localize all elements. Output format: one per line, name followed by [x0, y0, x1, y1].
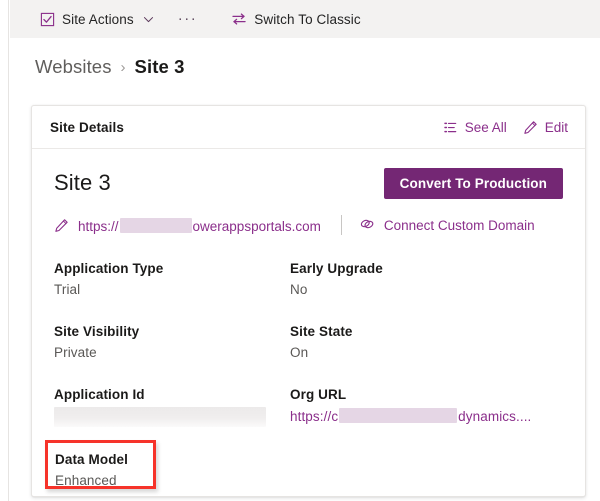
card-header: Site Details See All Edit — [32, 106, 585, 149]
site-url-prefix: https:// — [78, 219, 119, 234]
site-details-card: Site Details See All Edit Site 3 Convert… — [31, 105, 586, 497]
pencil-icon[interactable] — [54, 218, 69, 233]
field-value: No — [290, 282, 308, 297]
breadcrumb: Websites › Site 3 — [35, 54, 185, 80]
card-header-actions: See All Edit — [443, 119, 568, 135]
pencil-icon — [523, 119, 539, 135]
site-details-fields: Application Type Trial Early Upgrade No … — [45, 259, 563, 491]
edit-button[interactable]: Edit — [523, 119, 568, 135]
site-url-suffix: owerappsportals.com — [192, 219, 321, 234]
site-actions-button[interactable]: Site Actions — [35, 4, 158, 34]
field-value: Private — [54, 345, 97, 360]
main-content: Websites › Site 3 Site Details See All E… — [10, 38, 600, 501]
site-title-row: Site 3 Convert To Production — [54, 167, 563, 199]
org-url-prefix: https://c — [290, 409, 339, 424]
application-id-redaction — [54, 407, 266, 427]
switch-to-classic-button[interactable]: Switch To Classic — [227, 4, 364, 34]
switch-to-classic-label: Switch To Classic — [254, 11, 361, 27]
field-label: Early Upgrade — [290, 261, 383, 276]
field-label: Application Id — [54, 387, 145, 402]
field-value: Trial — [54, 282, 81, 297]
site-url-redaction — [119, 218, 192, 233]
left-rail — [0, 0, 9, 501]
checkbox-checked-icon — [39, 11, 55, 27]
field-label: Org URL — [290, 387, 347, 402]
field-value: On — [290, 345, 309, 360]
edit-label: Edit — [544, 119, 568, 135]
site-url-link[interactable]: https:// owerappsportals.com — [78, 216, 321, 234]
site-actions-label: Site Actions — [62, 11, 134, 27]
vertical-divider — [340, 215, 342, 235]
field-site-state: Site State On — [290, 322, 563, 385]
field-early-upgrade: Early Upgrade No — [290, 259, 563, 322]
see-all-button[interactable]: See All — [443, 119, 507, 135]
site-url-row: https:// owerappsportals.com Connect Cust… — [54, 213, 563, 237]
breadcrumb-websites-link[interactable]: Websites — [35, 56, 112, 78]
overflow-menu-button[interactable]: ··· — [172, 6, 204, 32]
field-value: Enhanced — [55, 473, 117, 488]
field-data-model: Data Model Enhanced — [45, 440, 290, 491]
breadcrumb-current-page: Site 3 — [134, 56, 185, 77]
link-icon — [359, 216, 375, 235]
connect-custom-domain-label: Connect Custom Domain — [383, 217, 535, 233]
convert-to-production-button[interactable]: Convert To Production — [383, 167, 563, 199]
command-bar: Site Actions ··· Switch To Classic — [10, 0, 600, 38]
card-title: Site Details — [50, 119, 124, 135]
list-icon — [443, 119, 459, 135]
site-name: Site 3 — [54, 170, 111, 195]
field-label: Application Type — [54, 261, 164, 276]
swap-arrows-icon — [231, 11, 247, 27]
field-label: Site State — [290, 324, 353, 339]
chevron-down-icon[interactable] — [143, 14, 154, 25]
field-org-url: Org URL https://c dynamics.... — [290, 385, 563, 449]
org-url-suffix: dynamics.... — [458, 409, 532, 424]
org-url-redaction — [339, 408, 458, 423]
field-application-type: Application Type Trial — [54, 259, 290, 322]
see-all-label: See All — [464, 119, 507, 135]
field-label: Data Model — [55, 452, 129, 467]
org-url-link[interactable]: https://c dynamics.... — [290, 406, 531, 427]
field-label: Site Visibility — [54, 324, 140, 339]
card-body: Site 3 Convert To Production https:// owe… — [32, 149, 585, 491]
field-site-visibility: Site Visibility Private — [54, 322, 290, 385]
connect-custom-domain-button[interactable]: Connect Custom Domain — [359, 216, 535, 235]
breadcrumb-separator-icon: › — [120, 58, 126, 76]
